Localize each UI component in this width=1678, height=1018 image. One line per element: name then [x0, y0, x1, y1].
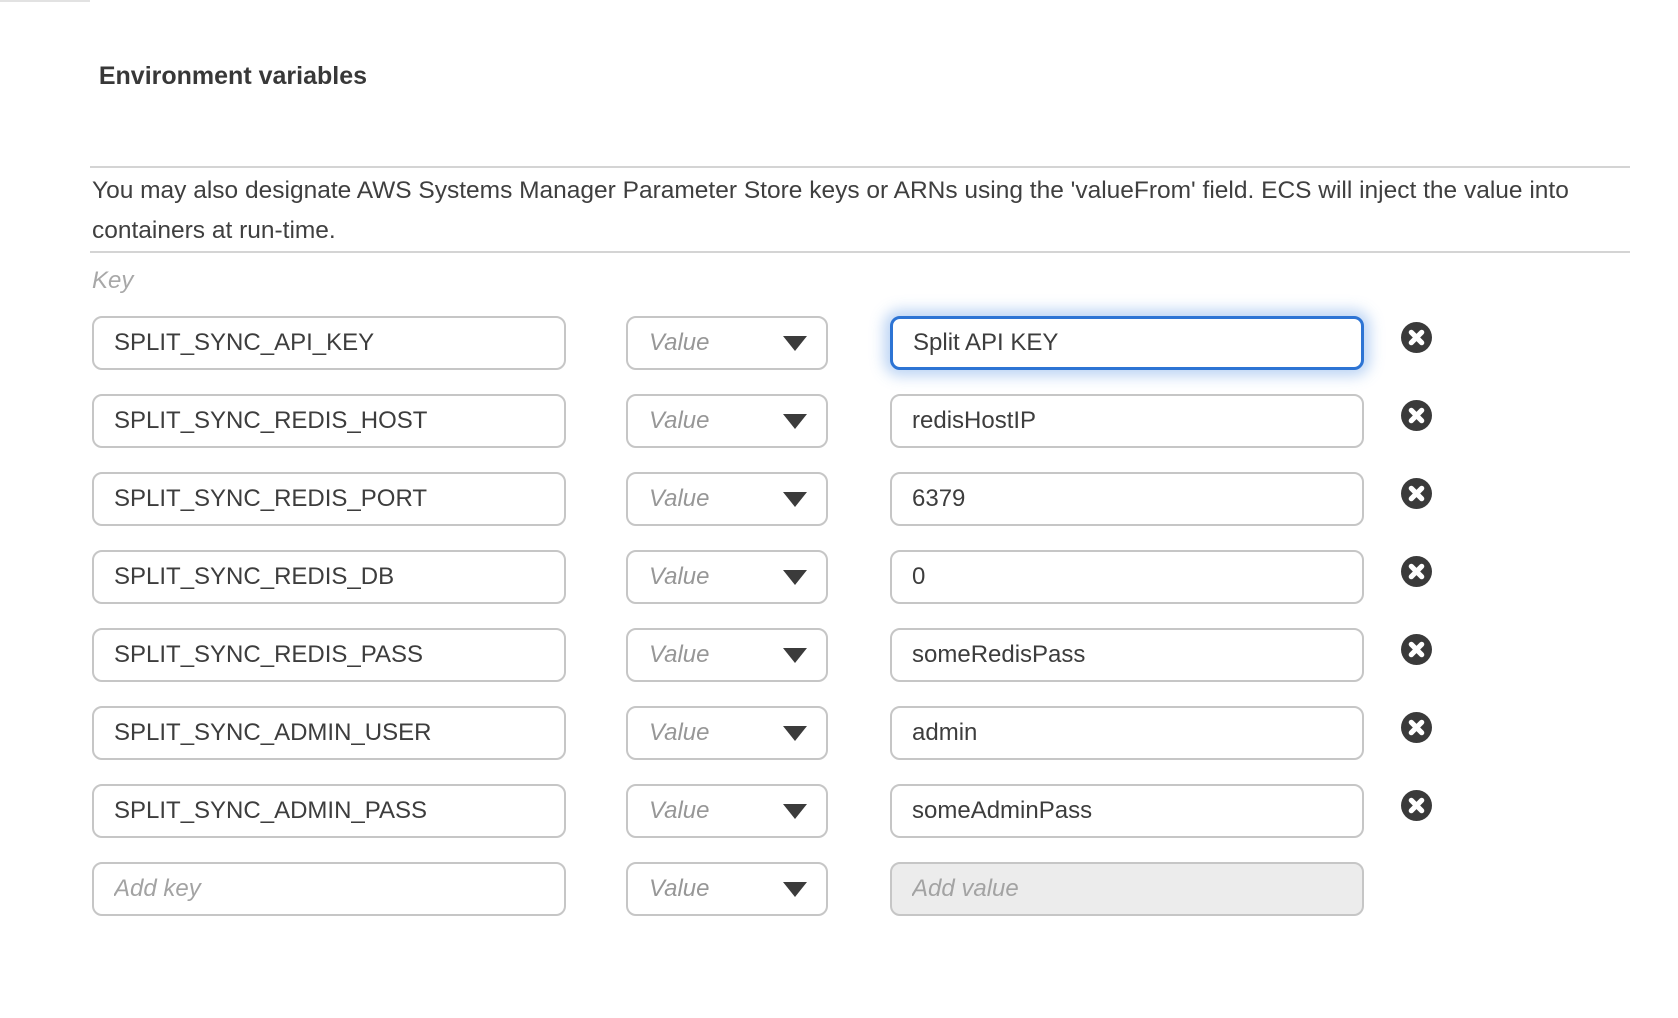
- value-type-label: Value: [649, 797, 710, 825]
- env-rows-container: Value Value Value: [92, 316, 1432, 838]
- key-column-header: Key: [92, 267, 133, 295]
- remove-row-button[interactable]: [1401, 634, 1432, 665]
- chevron-down-icon: [783, 414, 807, 429]
- env-key-input[interactable]: [92, 550, 566, 604]
- remove-row-button[interactable]: [1401, 478, 1432, 509]
- env-variable-row: Value: [92, 706, 1432, 760]
- remove-row-button[interactable]: [1401, 712, 1432, 743]
- remove-icon: [1401, 322, 1432, 353]
- value-type-select[interactable]: Value: [626, 784, 828, 838]
- remove-row-button[interactable]: [1401, 556, 1432, 587]
- add-value-input[interactable]: [890, 862, 1364, 916]
- chevron-down-icon: [783, 570, 807, 585]
- chevron-down-icon: [783, 882, 807, 897]
- value-type-label: Value: [649, 329, 710, 357]
- chevron-down-icon: [783, 726, 807, 741]
- env-variable-row: Value: [92, 550, 1432, 604]
- value-type-select[interactable]: Value: [626, 472, 828, 526]
- value-type-select[interactable]: Value: [626, 862, 828, 916]
- value-type-select[interactable]: Value: [626, 316, 828, 370]
- value-type-label: Value: [649, 875, 710, 903]
- value-type-select[interactable]: Value: [626, 394, 828, 448]
- env-variable-row: Value: [92, 316, 1432, 370]
- page-edge-divider: [0, 0, 90, 2]
- env-key-input[interactable]: [92, 316, 566, 370]
- remove-row-button[interactable]: [1401, 322, 1432, 353]
- env-variable-row: Value: [92, 394, 1432, 448]
- env-value-input[interactable]: [890, 784, 1364, 838]
- env-value-input[interactable]: [890, 550, 1364, 604]
- env-key-input[interactable]: [92, 472, 566, 526]
- env-value-input[interactable]: [890, 316, 1364, 370]
- value-type-label: Value: [649, 641, 710, 669]
- add-variable-row: Value: [92, 862, 1432, 916]
- env-key-input[interactable]: [92, 706, 566, 760]
- remove-icon: [1401, 790, 1432, 821]
- value-type-select[interactable]: Value: [626, 706, 828, 760]
- remove-row-button[interactable]: [1401, 400, 1432, 431]
- env-variable-row: Value: [92, 784, 1432, 838]
- remove-icon: [1401, 556, 1432, 587]
- remove-row-button[interactable]: [1401, 790, 1432, 821]
- env-value-input[interactable]: [890, 472, 1364, 526]
- add-key-input[interactable]: [92, 862, 566, 916]
- chevron-down-icon: [783, 648, 807, 663]
- chevron-down-icon: [783, 804, 807, 819]
- environment-variables-label: Environment variables: [90, 56, 367, 96]
- env-key-input[interactable]: [92, 394, 566, 448]
- value-type-label: Value: [649, 563, 710, 591]
- env-value-input[interactable]: [890, 628, 1364, 682]
- value-type-label: Value: [649, 485, 710, 513]
- env-variable-row: Value: [92, 472, 1432, 526]
- env-value-input[interactable]: [890, 394, 1364, 448]
- value-type-select[interactable]: Value: [626, 628, 828, 682]
- environment-variables-description: You may also designate AWS Systems Manag…: [92, 171, 1620, 251]
- remove-icon: [1401, 634, 1432, 665]
- env-variable-row: Value: [92, 628, 1432, 682]
- remove-icon: [1401, 478, 1432, 509]
- chevron-down-icon: [783, 492, 807, 507]
- environment-variables-list: Value Value Value: [92, 316, 1432, 940]
- env-key-input[interactable]: [92, 784, 566, 838]
- remove-icon: [1401, 400, 1432, 431]
- chevron-down-icon: [783, 336, 807, 351]
- env-key-input[interactable]: [92, 628, 566, 682]
- section-divider-bottom: [90, 251, 1630, 253]
- section-divider-top: [90, 166, 1630, 168]
- env-value-input[interactable]: [890, 706, 1364, 760]
- remove-icon: [1401, 712, 1432, 743]
- value-type-select[interactable]: Value: [626, 550, 828, 604]
- value-type-label: Value: [649, 407, 710, 435]
- value-type-label: Value: [649, 719, 710, 747]
